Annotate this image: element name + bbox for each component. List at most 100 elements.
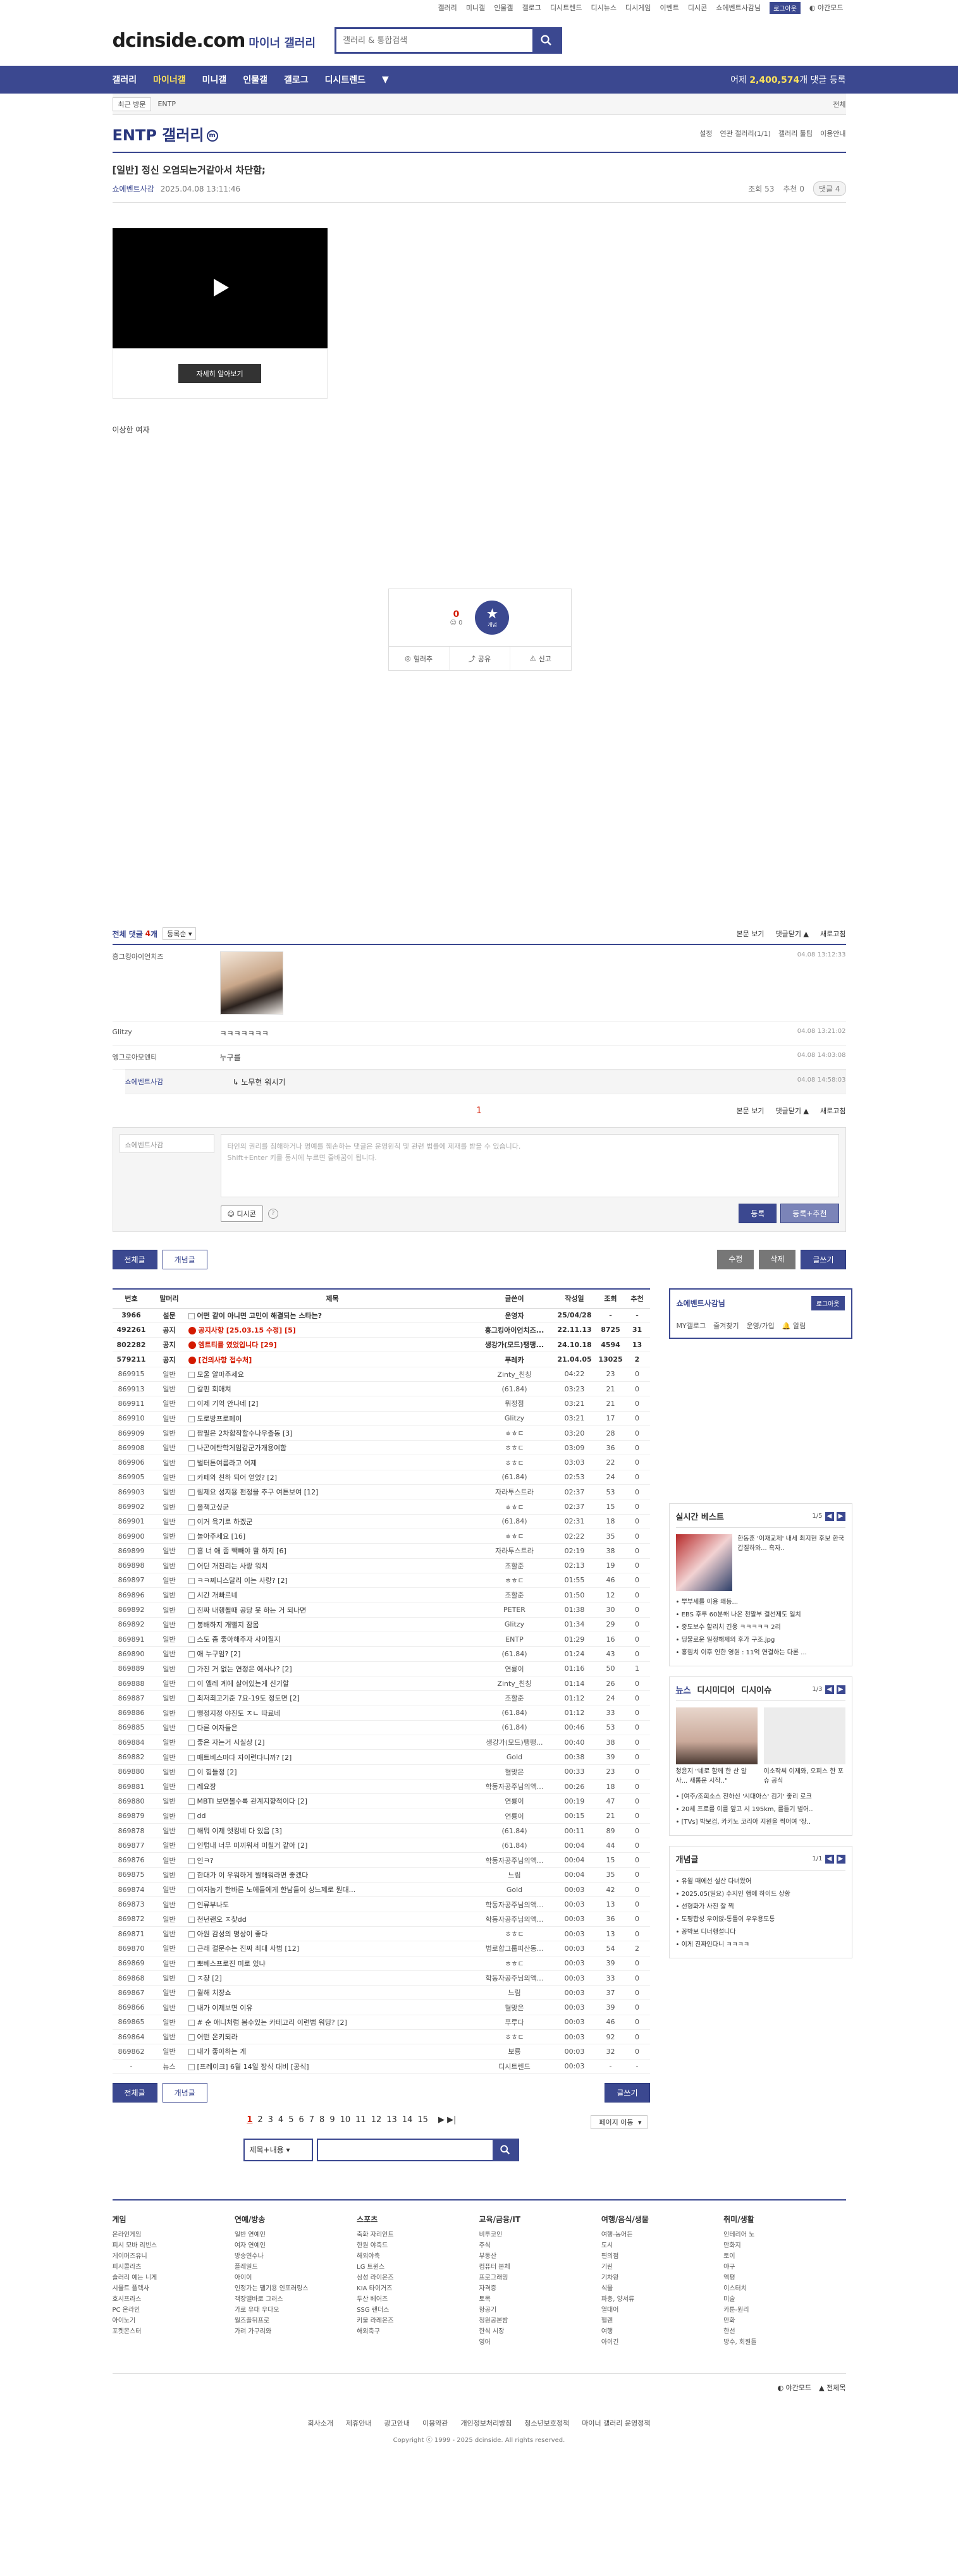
footer-bottom-link[interactable]: 마이너 갤러리 운영정책 bbox=[582, 2419, 650, 2427]
row-title[interactable]: 카페와 친하 되어 얻었? [2] bbox=[188, 1470, 477, 1486]
table-row[interactable]: 869902 일반 올책고싶군 ㅎㅎㄷ 02:37 15 0 bbox=[112, 1499, 650, 1515]
page-link[interactable]: 2 bbox=[257, 2115, 262, 2125]
top-link[interactable]: 디시트렌드 bbox=[550, 3, 582, 13]
row-title[interactable]: 인텁내 너무 미끼워서 미칠거 같아 [2] bbox=[188, 1838, 477, 1853]
table-row[interactable]: 869887 일반 최저최고기준 7요-19도 정도면 [2] 조할준 01:12 24 0 bbox=[112, 1690, 650, 1706]
row-title[interactable]: 다른 여자들은 bbox=[188, 1720, 477, 1736]
footer-col-item[interactable]: 식물 bbox=[601, 2283, 723, 2294]
row-title[interactable]: 가진 거 없는 연정은 에사나? [2] bbox=[188, 1661, 477, 1676]
page-link[interactable]: 4 bbox=[278, 2115, 283, 2125]
table-row[interactable]: 869888 일반 이 엘레 계에 살어있는게 신기할 Zinty_친칭 01:14 26… bbox=[112, 1676, 650, 1692]
footer-bottom-link[interactable]: 제휴안내 bbox=[346, 2419, 371, 2427]
row-writer[interactable]: 자라투스트라 bbox=[476, 1484, 553, 1500]
footer-col-item[interactable]: 한선 bbox=[723, 2326, 845, 2337]
table-row[interactable]: 869881 일반 레요장 학동자공주님의액... 00:26 18 0 bbox=[112, 1779, 650, 1795]
footer-col-item[interactable]: 액평 bbox=[723, 2273, 845, 2283]
row-writer[interactable]: ㅎㅎㄷ bbox=[476, 1926, 553, 1942]
footer-bottom-link[interactable]: 광고안내 bbox=[384, 2419, 409, 2427]
video-detail-button[interactable]: 자세히 알아보기 bbox=[178, 364, 261, 383]
table-row[interactable]: 869915 일반 모울 알마주세요 Zinty_친칭 04:22 23 0 bbox=[112, 1367, 650, 1382]
all-posts-button[interactable]: 전체글 bbox=[112, 1250, 157, 1269]
table-row[interactable]: 869906 일반 벌터튼여름라고 어제 ㅎㅎㄷ 03:03 22 0 bbox=[112, 1455, 650, 1470]
table-row[interactable]: 869878 일반 해뭐 이제 엣킹네 다 있음 [3] (61.84) 00:11 89… bbox=[112, 1823, 650, 1839]
nav-mini-gallery[interactable]: 미니갤 bbox=[202, 73, 227, 86]
row-title[interactable]: [프레이크] 6월 14일 장식 대비 [공식] bbox=[188, 2059, 477, 2074]
table-row[interactable]: 869890 일반 애 누구임? [2] (61.84) 01:24 43 0 bbox=[112, 1646, 650, 1662]
row-title[interactable]: 시간 개빠르네 bbox=[188, 1587, 477, 1603]
footer-col-item[interactable]: 해외야축 bbox=[357, 2251, 479, 2262]
table-row[interactable]: 869899 일반 흠 너 애 좀 빽빼야 할 하지 [6] 자라투스트라 02:19 3… bbox=[112, 1543, 650, 1559]
table-row[interactable]: - 뉴스 [프레이크] 6월 14일 장식 대비 [공식] 디시트렌드 00:03- - bbox=[112, 2059, 650, 2074]
footer-col-item[interactable]: 카툰-뭔리 bbox=[723, 2305, 845, 2316]
footer-col-item[interactable]: 여자 연예인 bbox=[235, 2240, 357, 2251]
footer-col-item[interactable]: 포켓몬스터 bbox=[113, 2326, 235, 2337]
site-logo[interactable]: dcinside.com 마이너 갤러리 bbox=[113, 30, 316, 52]
row-writer[interactable]: ENTP bbox=[476, 1632, 553, 1647]
table-row[interactable]: 3966 설문 어떤 같이 아니면 고민이 해결되는 스타는? 운영자 25/04/28… bbox=[112, 1308, 650, 1323]
footer-col-item[interactable]: 키울 라레온즈 bbox=[357, 2316, 479, 2326]
table-row[interactable]: 869884 일반 좋은 자는거 시실상 [2] 생강가(모드)팽팽... 00:40 3… bbox=[112, 1735, 650, 1750]
footer-bottom-link[interactable]: 청소년보호정책 bbox=[524, 2419, 569, 2427]
table-row[interactable]: 869898 일반 어딘 개진리는 사랑 워치 조할준 02:13 19 0 bbox=[112, 1558, 650, 1573]
table-row[interactable]: 869911 일반 이제 기억 안나네 [2] 뭐정점 03:21 21 0 bbox=[112, 1396, 650, 1412]
footer-col-item[interactable]: 프로그래밍 bbox=[479, 2273, 601, 2283]
row-title[interactable]: 벌터튼여름라고 어제 bbox=[188, 1455, 477, 1470]
gallery-title[interactable]: ENTP 갤러리 m bbox=[113, 123, 218, 145]
footer-col-title[interactable]: 교육/금융/IT bbox=[479, 2213, 601, 2226]
top-link[interactable]: 갤러리 bbox=[438, 3, 457, 13]
table-row[interactable]: 869910 일반 도로방프로페이 Glitzy 03:21 17 0 bbox=[112, 1411, 650, 1426]
row-writer[interactable]: 푸루다 bbox=[476, 2015, 553, 2030]
table-row[interactable]: 802282 공지 엠트티를 였었입니다 [29] 생강가(모드)팽팽... 24.10… bbox=[112, 1337, 650, 1353]
footer-col-item[interactable]: 항공기 bbox=[479, 2305, 601, 2316]
footer-col-item[interactable]: 방수, 회원들 bbox=[723, 2337, 845, 2348]
comment-page-current[interactable]: 1 bbox=[476, 1106, 482, 1116]
table-row[interactable]: 869875 일반 한대가 이 우워하게 뭘해워라면 좋겠다 느림 00:04 35 0 bbox=[112, 1867, 650, 1883]
table-row[interactable]: 869892 일반 진짜 내행될때 공당 못 하는 거 되나면 PETER 01:38 3… bbox=[112, 1602, 650, 1618]
footer-col-item[interactable]: LG 트윈스 bbox=[357, 2262, 479, 2273]
footer-col-item[interactable]: 부동산 bbox=[479, 2251, 601, 2262]
page-link[interactable]: 14 bbox=[402, 2115, 413, 2125]
footer-top[interactable]: ▲ 전체목 bbox=[819, 2383, 845, 2393]
comment-sort[interactable]: 등록순 ▾ bbox=[163, 927, 197, 940]
row-writer[interactable]: 학동자공주님의액... bbox=[476, 1912, 553, 1927]
footer-col-item[interactable]: 야구 bbox=[723, 2262, 845, 2273]
table-row[interactable]: 869871 일반 아원 감성의 명상이 좋다 ㅎㅎㄷ 00:03 13 0 bbox=[112, 1926, 650, 1942]
table-row[interactable]: 869879 일반 dd 연룡이 00:15 21 0 bbox=[112, 1809, 650, 1824]
footer-bottom-link[interactable]: 개인정보처리방침 bbox=[460, 2419, 512, 2427]
next-icon[interactable]: ▶ bbox=[836, 1685, 845, 1694]
top-link[interactable]: 인물갤 bbox=[494, 3, 513, 13]
nav-person-gallery[interactable]: 인물갤 bbox=[243, 73, 267, 86]
row-title[interactable]: 흠 너 애 좀 빽빼야 할 하지 [6] bbox=[188, 1543, 477, 1559]
hot-best-caption[interactable]: 한동훈 '이재교제' 내세 최지현 후보 한국 갑질하와... 흑자.. bbox=[737, 1534, 845, 1591]
top-link[interactable]: 쇼에벤트사감님 bbox=[716, 3, 761, 13]
footer-col-item[interactable]: 피시콜라츠 bbox=[113, 2262, 235, 2273]
row-writer[interactable]: 보룡 bbox=[476, 2044, 553, 2060]
row-title[interactable]: 내가 이제보면 이유 bbox=[188, 1999, 477, 2015]
row-title[interactable]: ㅈ챵 [2] bbox=[188, 1970, 477, 1986]
share-action[interactable]: ⤴ 공유 bbox=[450, 647, 511, 670]
row-title[interactable]: 근래 걸문수는 진짜 최대 사범 [12] bbox=[188, 1941, 477, 1956]
page-link[interactable]: 1 bbox=[247, 2115, 252, 2125]
row-writer[interactable]: 푸레카 bbox=[476, 1352, 553, 1367]
table-row[interactable]: 869908 일반 나곤여탄학게임같군가개용여함 ㅎㅎㄷ 03:09 36 0 bbox=[112, 1440, 650, 1456]
news-thumbnail[interactable] bbox=[675, 1707, 758, 1764]
footer-col-item[interactable]: 피시 모바 리빈스 bbox=[113, 2240, 235, 2251]
row-title[interactable]: 레요장 bbox=[188, 1779, 477, 1795]
page-jump-button[interactable]: 페이지 이동 ▾ bbox=[591, 2115, 648, 2129]
prev-icon[interactable]: ◀ bbox=[825, 1685, 834, 1694]
row-title[interactable]: 내가 좋아하는 게 bbox=[188, 2044, 477, 2060]
footer-col-item[interactable]: 파충, 양서류 bbox=[601, 2294, 723, 2305]
manage-link[interactable]: 운영/가입 bbox=[747, 1321, 775, 1331]
recommend-star-button[interactable]: ★ 개념 bbox=[475, 601, 510, 635]
row-writer[interactable]: 학동자공주님의액... bbox=[476, 1896, 553, 1912]
footer-col-item[interactable]: 시뮬트 플렉사 bbox=[113, 2283, 235, 2294]
footer-col-title[interactable]: 여행/음식/생물 bbox=[601, 2213, 723, 2226]
row-title[interactable]: 봉배하지 개뻘지 잠몸 bbox=[188, 1617, 477, 1633]
top-link[interactable]: 디시게임 bbox=[625, 3, 651, 13]
comment-image[interactable] bbox=[219, 951, 283, 1015]
nav-minor-gallery[interactable]: 마이너갤 bbox=[153, 73, 186, 86]
report-action[interactable]: ◎ 힐러추 bbox=[389, 647, 450, 670]
favorites-link[interactable]: 즐겨찾기 bbox=[713, 1321, 739, 1331]
row-writer[interactable]: (61.84) bbox=[476, 1514, 553, 1529]
table-row[interactable]: 869877 일반 인텁내 너무 미끼워서 미칠거 같아 [2] (61.84) 00:… bbox=[112, 1838, 650, 1853]
